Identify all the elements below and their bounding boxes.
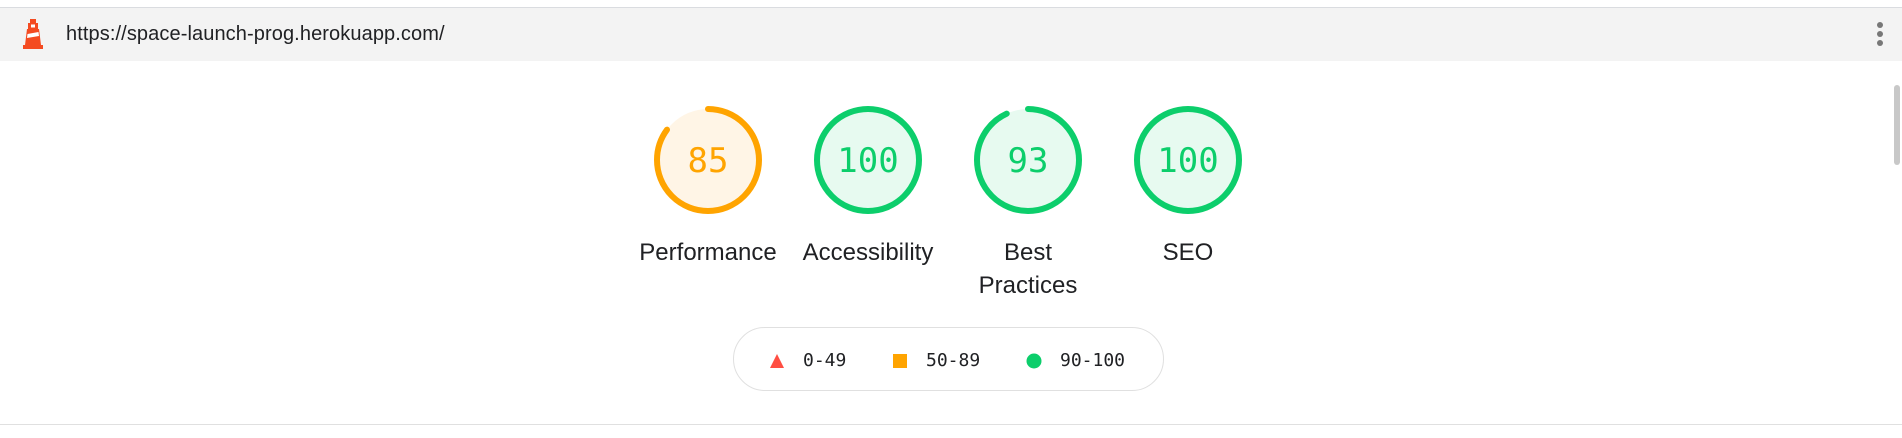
score-gauges: 85 Performance 100 Accessibility 93 Best… (0, 104, 1902, 299)
legend-average-range: 50-89 (926, 350, 981, 371)
gauge-best-practices-ring: 93 (974, 106, 1082, 214)
gauge-label-line2: Practices (978, 272, 1078, 299)
gauge-score: 100 (837, 141, 898, 181)
gauge-seo[interactable]: 100 SEO (1108, 104, 1268, 269)
gauge-label: Accessibility (802, 239, 934, 266)
legend-pass: 90-100 (1026, 350, 1125, 371)
legend-average: 50-89 (892, 350, 980, 371)
gauge-performance-ring: 85 (654, 106, 762, 214)
report-url[interactable]: https://space-launch-prog.herokuapp.com/ (66, 23, 445, 46)
gauge-score: 100 (1157, 141, 1218, 181)
gauge-label: Performance (639, 239, 777, 266)
window-top-edge (0, 0, 1902, 8)
triangle-icon (770, 353, 784, 368)
lighthouse-report: https://space-launch-prog.herokuapp.com/… (0, 0, 1902, 438)
gauge-accessibility[interactable]: 100 Accessibility (788, 104, 948, 269)
legend-fail: 0-49 (769, 350, 846, 371)
square-icon (893, 353, 907, 368)
gauge-performance[interactable]: 85 Performance (628, 104, 788, 269)
gauge-seo-ring: 100 (1134, 106, 1242, 214)
gauge-label: Best Practices (948, 236, 1108, 302)
gauge-label: SEO (1162, 239, 1214, 266)
gauge-accessibility-ring: 100 (814, 106, 922, 214)
gauge-score: 85 (688, 141, 729, 181)
score-legend: 0-49 50-89 90-100 (733, 327, 1164, 391)
gauge-best-practices[interactable]: 93 Best Practices (948, 104, 1108, 302)
circle-icon (1026, 353, 1042, 368)
legend-fail-range: 0-49 (803, 350, 847, 371)
legend-pass-range: 90-100 (1060, 350, 1126, 371)
gauge-score: 93 (1008, 141, 1049, 181)
divider (0, 424, 1902, 425)
report-topbar: https://space-launch-prog.herokuapp.com/ (0, 8, 1902, 61)
more-vertical-icon[interactable] (1872, 20, 1888, 50)
gauge-label-line1: Best (1003, 239, 1053, 266)
lighthouse-icon (23, 19, 43, 49)
